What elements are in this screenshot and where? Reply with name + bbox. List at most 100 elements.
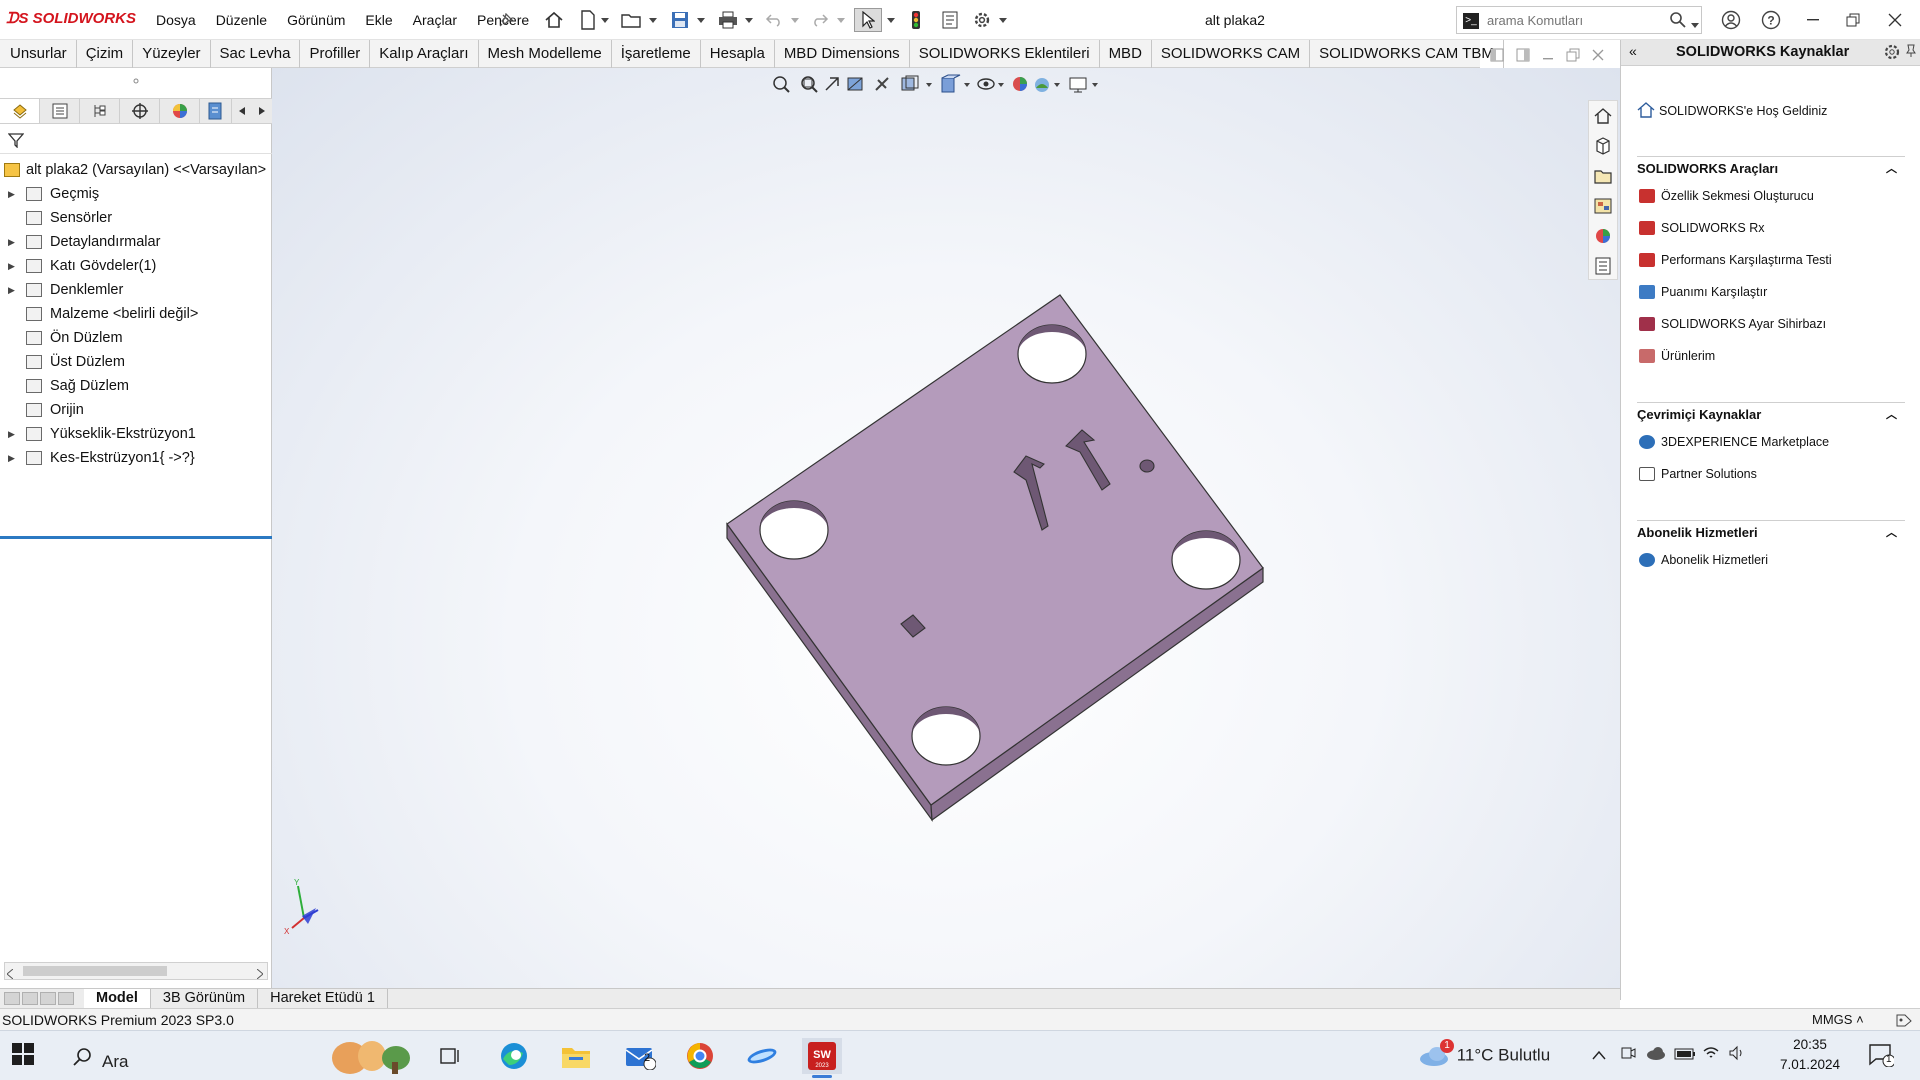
menu-duzenle[interactable]: Düzenle [206, 12, 277, 28]
first-tab-icon[interactable] [4, 992, 20, 1005]
file-explorer-icon[interactable] [1589, 161, 1617, 191]
meet-now-camera-icon[interactable] [1620, 1045, 1636, 1064]
filter-icon[interactable] [7, 132, 25, 151]
print-dropdown-icon[interactable] [742, 8, 756, 32]
redo-icon[interactable] [808, 8, 832, 32]
battery-icon[interactable] [1674, 1047, 1696, 1063]
scroll-left-arrow-icon[interactable] [6, 966, 14, 982]
tab-mbd-dimensions[interactable]: MBD Dimensions [775, 40, 910, 68]
search-input[interactable] [1487, 11, 1647, 29]
tab-3b-gorunum[interactable]: 3B Görünüm [151, 989, 259, 1008]
expand-arrow-icon[interactable]: ▶ [8, 182, 15, 206]
tree-horizontal-scrollbar[interactable] [4, 962, 268, 980]
tab-sac-levha[interactable]: Sac Levha [211, 40, 301, 68]
expand-arrow-icon[interactable]: ▶ [8, 278, 15, 302]
task-view-icon[interactable] [430, 1038, 470, 1074]
mounting-hole-right[interactable] [1171, 530, 1241, 590]
item-solidworks-rx[interactable]: SOLIDWORKS Rx [1637, 212, 1905, 244]
mounting-hole-left[interactable] [759, 500, 829, 560]
scroll-right-arrow-icon[interactable] [256, 966, 264, 982]
unit-dropdown-icon[interactable]: ˄ [1856, 1012, 1864, 1027]
tag-icon[interactable] [1896, 1013, 1912, 1030]
appearances-scenes-icon[interactable] [1589, 221, 1617, 251]
last-tab-icon[interactable] [58, 992, 74, 1005]
item-performans-karsilastirma[interactable]: Performans Karşılaştırma Testi [1637, 244, 1905, 276]
options-dropdown-icon[interactable] [996, 8, 1010, 32]
redo-dropdown-icon[interactable] [834, 8, 848, 32]
configuration-manager-tab-icon[interactable] [80, 99, 120, 123]
windows-start-icon[interactable] [12, 1043, 34, 1068]
item-urunlerim[interactable]: Ürünlerim [1637, 340, 1905, 372]
tab-kalip-araclari[interactable]: Kalıp Araçları [370, 40, 479, 68]
menu-dosya[interactable]: Dosya [146, 12, 206, 28]
new-dropdown-icon[interactable] [598, 8, 612, 32]
save-icon[interactable] [668, 8, 692, 32]
expand-arrow-icon[interactable]: ▶ [8, 422, 15, 446]
onedrive-cloud-icon[interactable] [1646, 1046, 1666, 1063]
tab-mesh-modelleme[interactable]: Mesh Modelleme [479, 40, 612, 68]
prev-tab-icon[interactable] [22, 992, 38, 1005]
view-palette-icon[interactable] [1589, 191, 1617, 221]
print-icon[interactable] [716, 8, 740, 32]
custom-properties-icon[interactable] [1589, 251, 1617, 281]
new-document-icon[interactable] [576, 8, 600, 32]
mail-icon[interactable]: 2 [620, 1038, 660, 1074]
panel-grip[interactable] [0, 74, 272, 86]
taskbar-clock[interactable]: 20:35 7.01.2024 [1770, 1035, 1850, 1075]
property-manager-tab-icon[interactable] [40, 99, 80, 123]
tab-scroll-left-icon[interactable] [232, 99, 252, 123]
display-manager-tab-icon[interactable] [160, 99, 200, 123]
item-3dexperience-marketplace[interactable]: 3DEXPERIENCE Marketplace [1637, 426, 1905, 458]
scroll-thumb[interactable] [23, 966, 167, 976]
tab-solidworks-eklentileri[interactable]: SOLIDWORKS Eklentileri [910, 40, 1100, 68]
tree-item[interactable]: Sensörler [0, 206, 272, 230]
design-library-icon[interactable] [1589, 131, 1617, 161]
chevron-up-icon[interactable]: ︿ [1886, 521, 1897, 545]
wifi-icon[interactable] [1702, 1045, 1720, 1064]
undo-icon[interactable] [762, 8, 786, 32]
edge-browser-icon[interactable] [494, 1038, 534, 1074]
section-title[interactable]: Abonelik Hizmetleri ︿ [1637, 520, 1905, 544]
options-gear-icon[interactable] [970, 8, 994, 32]
pin-pane-icon[interactable] [1905, 44, 1917, 61]
chevron-up-icon[interactable]: ︿ [1886, 403, 1897, 427]
menu-ekle[interactable]: Ekle [355, 12, 402, 28]
tab-profiller[interactable]: Profiller [300, 40, 371, 68]
menu-araclar[interactable]: Araçlar [403, 12, 467, 28]
volume-icon[interactable] [1728, 1045, 1746, 1064]
item-ozellik-sekmesi-olusturucu[interactable]: Özellik Sekmesi Oluşturucu [1637, 180, 1905, 212]
expand-arrow-icon[interactable]: ▶ [8, 446, 15, 470]
notification-center-icon[interactable]: 1 [1868, 1043, 1896, 1070]
restore-window-icon[interactable] [1838, 8, 1868, 32]
file-explorer-taskbar-icon[interactable] [556, 1038, 596, 1074]
undo-dropdown-icon[interactable] [788, 8, 802, 32]
chevron-up-icon[interactable]: ︿ [1886, 157, 1897, 181]
graphics-area[interactable]: Y X [272, 68, 1620, 988]
search-dropdown-icon[interactable] [1691, 15, 1699, 31]
tab-hesapla[interactable]: Hesapla [701, 40, 775, 68]
item-ayar-sihirbazi[interactable]: SOLIDWORKS Ayar Sihirbazı [1637, 308, 1905, 340]
next-tab-icon[interactable] [40, 992, 56, 1005]
tree-item[interactable]: Orijin [0, 398, 272, 422]
tab-mbd[interactable]: MBD [1100, 40, 1152, 68]
search-highlight-illustration-icon[interactable] [320, 1038, 420, 1074]
alt-plaka2-part[interactable] [726, 294, 1264, 823]
search-icon[interactable] [1669, 11, 1687, 32]
tab-cizim[interactable]: Çizim [77, 40, 134, 68]
tree-item[interactable]: Sağ Düzlem [0, 374, 272, 398]
tree-root-part[interactable]: alt plaka2 (Varsayılan) <<Varsayılan> [0, 158, 272, 182]
tab-model[interactable]: Model [84, 989, 151, 1008]
solidworks-resources-home-icon[interactable] [1589, 101, 1617, 131]
tree-item[interactable]: Malzeme <belirli değil> [0, 302, 272, 326]
user-account-icon[interactable] [1716, 8, 1746, 32]
tree-item[interactable]: ▶ Kes-Ekstrüzyon1{ ->?} [0, 446, 272, 470]
collapse-pane-chevron-icon[interactable]: « [1629, 43, 1637, 59]
solidworks-logo[interactable]: ᗪS SOLIDWORKS [6, 10, 136, 27]
doc-close-icon[interactable] [1592, 48, 1604, 64]
tree-item[interactable]: ▶ Yükseklik-Ekstrüzyon1 [0, 422, 272, 446]
welcome-link[interactable]: SOLIDWORKS'e Hoş Geldiniz [1637, 100, 1905, 124]
taskbar-search[interactable]: Ara [72, 1047, 128, 1072]
tile-right-icon[interactable] [1516, 48, 1530, 65]
unit-system[interactable]: MMGS ˄ [1812, 1012, 1864, 1027]
tab-solidworks-cam-tbm[interactable]: SOLIDWORKS CAM TBM [1310, 40, 1504, 68]
